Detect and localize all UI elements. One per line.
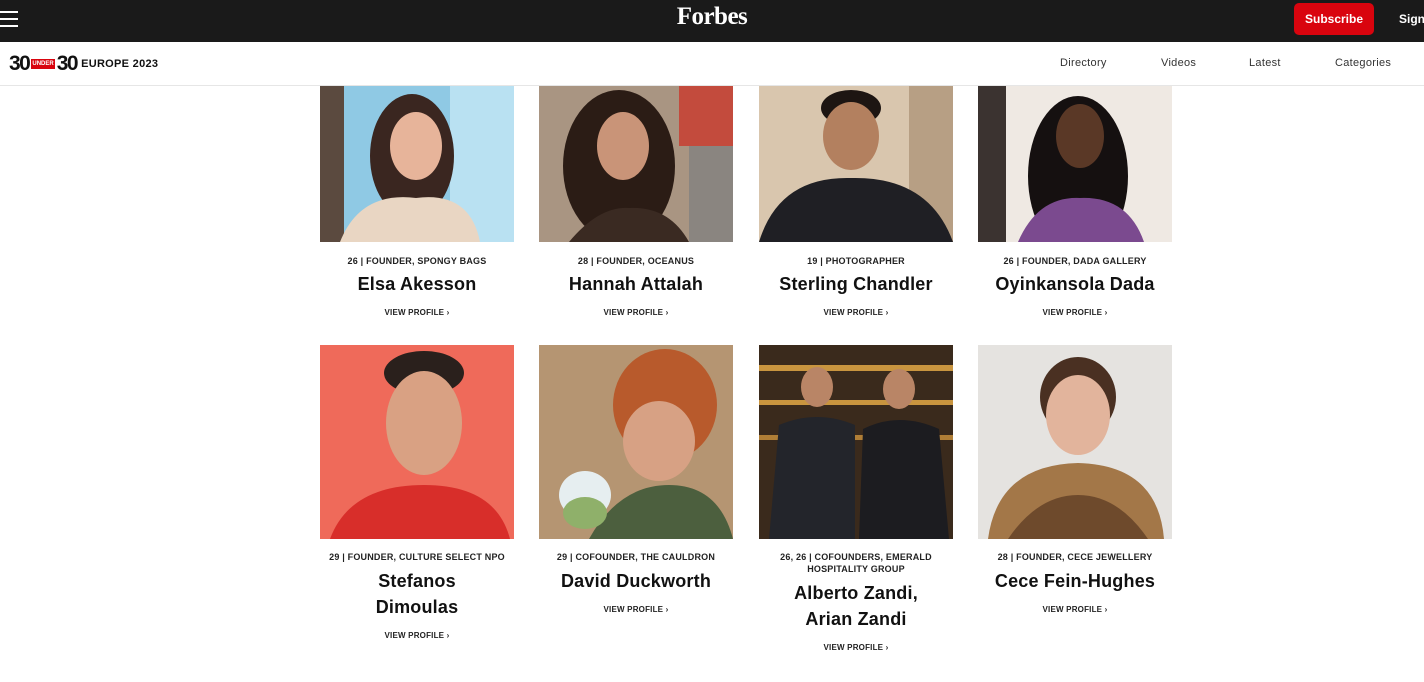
brand-edition: EUROPE 2023 <box>81 58 159 70</box>
brand-number-left: 30 <box>9 52 31 75</box>
honoree-photo[interactable] <box>759 86 953 242</box>
nav-directory[interactable]: Directory <box>1060 57 1107 69</box>
view-profile-link[interactable]: VIEW PROFILE › <box>539 605 733 614</box>
honoree-photo[interactable] <box>978 86 1172 242</box>
view-profile-link[interactable]: VIEW PROFILE › <box>539 308 733 317</box>
view-profile-link[interactable]: VIEW PROFILE › <box>759 643 953 652</box>
honoree-photo[interactable] <box>539 86 733 242</box>
honoree-name[interactable]: Hannah Attalah <box>519 271 753 297</box>
nav-categories[interactable]: Categories <box>1335 57 1391 69</box>
honoree-photo[interactable] <box>320 345 514 539</box>
honoree-photo[interactable] <box>539 345 733 539</box>
subscribe-button[interactable]: Subscribe <box>1294 3 1374 35</box>
honoree-description: 26 | FOUNDER, DADA GALLERY <box>1003 256 1147 266</box>
view-profile-link[interactable]: VIEW PROFILE › <box>320 631 514 640</box>
nav-latest[interactable]: Latest <box>1249 57 1281 69</box>
sign-in-link[interactable]: Sign <box>1399 12 1424 26</box>
honoree-photo[interactable] <box>320 86 514 242</box>
honoree-description: 26 | FOUNDER, SPONGY BAGS <box>347 256 487 266</box>
honoree-photo[interactable] <box>759 345 953 539</box>
honoree-description: 29 | COFOUNDER, THE CAULDRON <box>556 552 716 562</box>
honoree-description: 26, 26 | COFOUNDERS, EMERALD HOSPITALITY… <box>780 552 932 574</box>
honoree-description: 29 | FOUNDER, CULTURE SELECT NPO <box>329 552 505 562</box>
honoree-name[interactable]: Alberto Zandi, Arian Zandi <box>776 580 936 632</box>
honoree-description: 28 | FOUNDER, OCEANUS <box>577 256 695 266</box>
forbes-logo[interactable]: Forbes <box>0 3 1424 31</box>
view-profile-link[interactable]: VIEW PROFILE › <box>320 308 514 317</box>
honoree-name[interactable]: Cece Fein-Hughes <box>958 568 1192 594</box>
brand-under-tag: UNDER <box>31 59 55 69</box>
brand-number-right: 30 <box>56 52 79 75</box>
view-profile-link[interactable]: VIEW PROFILE › <box>759 308 953 317</box>
honoree-name[interactable]: David Duckworth <box>519 568 753 594</box>
view-profile-link[interactable]: VIEW PROFILE › <box>978 308 1172 317</box>
top-bar: Forbes Subscribe Sign <box>0 0 1424 42</box>
honoree-description: 19 | PHOTOGRAPHER <box>807 256 905 266</box>
menu-icon[interactable] <box>0 11 20 29</box>
section-nav: 30 UNDER 30 EUROPE 2023 Directory Videos… <box>0 42 1424 86</box>
honoree-photo[interactable] <box>978 345 1172 539</box>
honoree-name[interactable]: Stefanos Dimoulas <box>347 568 487 620</box>
view-profile-link[interactable]: VIEW PROFILE › <box>978 605 1172 614</box>
honoree-name[interactable]: Elsa Akesson <box>300 271 534 297</box>
nav-videos[interactable]: Videos <box>1161 57 1196 69</box>
thirty-under-thirty-logo[interactable]: 30 UNDER 30 EUROPE 2023 <box>9 52 159 75</box>
honoree-description: 28 | FOUNDER, CECE JEWELLERY <box>997 552 1153 562</box>
honoree-name[interactable]: Oyinkansola Dada <box>958 271 1192 297</box>
honoree-name[interactable]: Sterling Chandler <box>739 271 973 297</box>
